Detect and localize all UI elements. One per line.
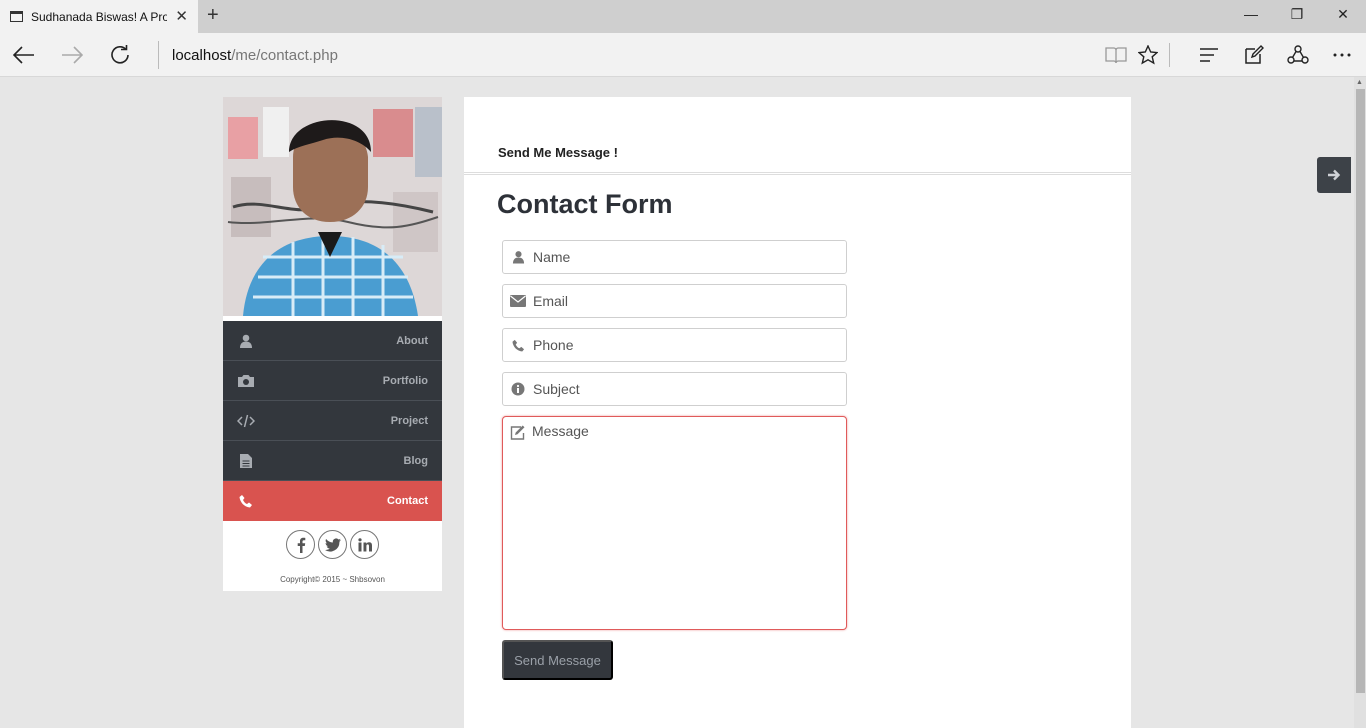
phone-field[interactable] [502,328,847,362]
web-note-icon[interactable] [1242,43,1266,67]
sidebar-item-portfolio[interactable]: Portfolio [223,361,442,401]
restore-icon[interactable]: ❐ [1287,6,1307,23]
tab-title: Sudhanada Biswas! A Pro [31,9,167,24]
profile-photo [223,97,442,316]
forward-arrow-icon[interactable] [59,42,85,68]
subject-field[interactable] [502,372,847,406]
page-scrollbar[interactable]: ▲ [1354,77,1366,728]
minimize-icon[interactable]: — [1241,6,1261,22]
form-title: Contact Form [497,189,673,219]
edit-icon [503,417,533,447]
phone-input[interactable] [533,337,833,353]
camera-icon [237,372,255,390]
close-window-icon[interactable]: ✕ [1333,6,1353,23]
favorite-star-icon[interactable] [1136,43,1160,67]
heading-divider [464,172,1131,175]
sidebar-item-label: Blog [403,454,428,467]
sidebar-menu: About Portfolio Project Blog Contact [223,321,442,521]
refresh-icon[interactable] [107,42,133,68]
phone-icon [503,329,533,361]
code-icon [237,412,255,430]
twitter-icon[interactable] [318,530,347,559]
send-message-button[interactable]: Send Message [502,640,613,680]
sidebar-item-blog[interactable]: Blog [223,441,442,481]
scroll-up-icon[interactable]: ▲ [1356,79,1363,86]
sidebar-item-contact[interactable]: Contact [223,481,442,521]
message-input[interactable] [532,423,837,623]
browser-tab[interactable]: Sudhanada Biswas! A Pro ✕ [0,0,198,33]
sidebar-item-label: Portfolio [382,374,428,387]
plus-icon[interactable]: + [207,4,219,27]
address-bar[interactable]: localhost/me/contact.php [172,47,338,64]
phone-icon [237,492,255,510]
info-icon [503,373,533,405]
back-arrow-icon[interactable] [11,42,37,68]
document-icon [237,452,255,470]
sidebar-item-project[interactable]: Project [223,401,442,441]
share-icon[interactable] [1286,43,1310,67]
envelope-icon [503,285,533,317]
scroll-thumb[interactable] [1356,89,1365,693]
address-host: localhost [172,47,232,64]
more-icon[interactable] [1330,43,1354,67]
subject-input[interactable] [533,381,833,397]
toolbar-divider [1169,43,1170,67]
sidebar: About Portfolio Project Blog Contact Cop… [223,97,442,591]
arrow-right-icon [1328,169,1341,181]
hub-icon[interactable] [1197,43,1221,67]
facebook-icon[interactable] [286,530,315,559]
name-field[interactable] [502,240,847,274]
browser-toolbar: localhost/me/contact.php [0,33,1366,77]
sidebar-item-label: Contact [387,494,428,507]
tab-bar: Sudhanada Biswas! A Pro ✕ + — ❐ ✕ [0,0,1366,33]
page-icon [10,11,23,22]
name-input[interactable] [533,249,833,265]
linkedin-icon[interactable] [350,530,379,559]
email-input[interactable] [533,293,833,309]
side-panel-toggle[interactable] [1317,157,1351,193]
address-path: /me/contact.php [231,47,338,64]
sidebar-item-about[interactable]: About [223,321,442,361]
close-tab-icon[interactable]: ✕ [175,7,188,25]
sidebar-item-label: About [396,334,428,347]
message-field[interactable] [502,416,847,630]
address-divider [158,41,159,69]
social-links [223,530,442,559]
main-content: Send Me Message ! Contact Form Send Mess… [464,97,1131,728]
sidebar-item-label: Project [390,414,428,427]
email-field[interactable] [502,284,847,318]
copyright-text: Copyright© 2015 ~ Shbsovon [280,575,385,584]
user-icon [503,241,533,273]
reading-view-icon[interactable] [1104,43,1128,67]
page-heading: Send Me Message ! [498,145,618,160]
user-icon [237,332,255,350]
